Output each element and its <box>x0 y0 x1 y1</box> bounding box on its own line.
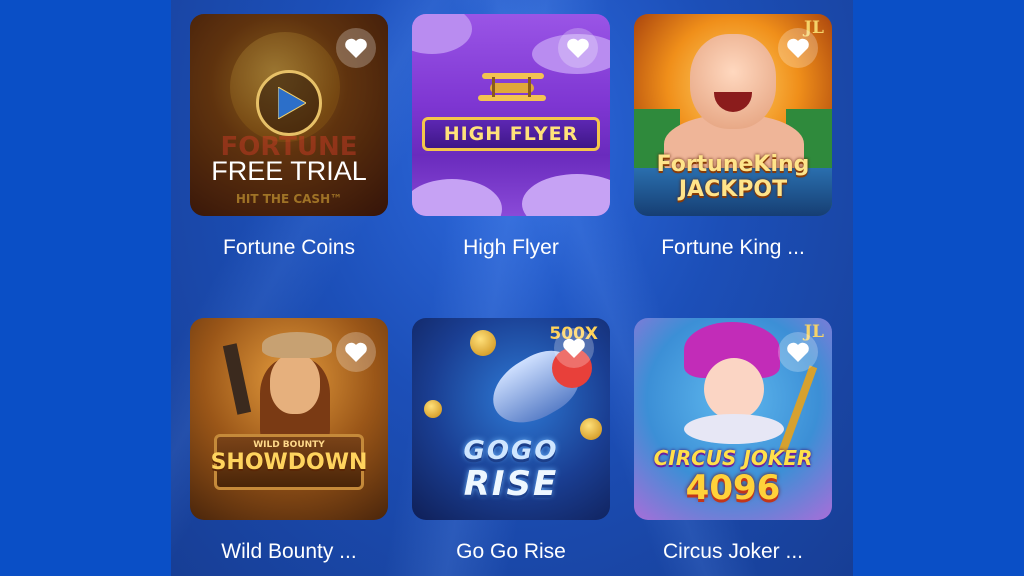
page-background-left <box>0 0 171 576</box>
game-card-circus-joker[interactable]: CIRCUS JOKER 4096 JL <box>634 318 832 520</box>
cowboy-hat-artwork <box>262 332 332 358</box>
cloud-artwork <box>522 174 610 216</box>
game-art-subtitle: WILD BOUNTY <box>253 440 325 450</box>
jester-face-artwork <box>704 358 764 420</box>
heart-icon[interactable] <box>778 332 818 372</box>
game-title[interactable]: Go Go Rise <box>401 540 621 564</box>
buddha-face-artwork <box>690 34 776 129</box>
free-trial-label: FREE TRIAL <box>211 156 367 186</box>
game-title[interactable]: High Flyer <box>401 236 621 260</box>
cloud-artwork <box>412 179 502 216</box>
game-card-wild-bounty[interactable]: WILD BOUNTY SHOWDOWN <box>190 318 388 520</box>
game-title[interactable]: Fortune King ... <box>623 236 843 260</box>
page-background-right <box>853 0 1024 576</box>
game-art-logo: CIRCUS JOKER <box>653 446 813 470</box>
game-card-go-go-rise[interactable]: 500X GOGO RISE <box>412 318 610 520</box>
scepter-artwork <box>778 365 818 453</box>
game-art-logo: FortuneKing <box>656 152 810 177</box>
game-card-fortune-king[interactable]: FortuneKing JACKPOT JL <box>634 14 832 216</box>
game-art-logo: GOGO <box>463 436 559 466</box>
game-art-logo: HIGH FLYER <box>422 117 600 151</box>
heart-icon[interactable] <box>778 28 818 68</box>
jester-collar-artwork <box>684 414 784 444</box>
game-art-logo-number: 4096 <box>685 468 781 508</box>
biplane-artwork <box>478 73 546 101</box>
game-art-subtitle: HIT THE CASH™ <box>235 192 343 206</box>
coin-artwork <box>470 330 496 356</box>
play-icon[interactable] <box>256 70 322 136</box>
game-title[interactable]: Circus Joker ... <box>623 540 843 564</box>
game-art-logo-jackpot: JACKPOT <box>678 177 788 202</box>
cloud-artwork <box>412 14 472 54</box>
cowgirl-artwork <box>270 354 320 414</box>
heart-icon[interactable] <box>336 28 376 68</box>
game-title[interactable]: Fortune Coins <box>179 236 399 260</box>
heart-icon[interactable] <box>336 332 376 372</box>
coin-artwork <box>424 400 442 418</box>
heart-icon[interactable] <box>558 28 598 68</box>
heart-icon[interactable] <box>554 328 594 368</box>
game-art-logo: SHOWDOWN <box>210 450 368 475</box>
game-card-fortune-coins[interactable]: FORTUNE HIT THE CASH™ FREE TRIAL <box>190 14 388 216</box>
game-art-logo-rise: RISE <box>463 464 559 504</box>
revolver-artwork <box>222 343 252 415</box>
game-card-high-flyer[interactable]: HIGH FLYER <box>412 14 610 216</box>
game-grid-panel[interactable]: FORTUNE HIT THE CASH™ FREE TRIAL Fortune… <box>171 0 853 576</box>
game-title[interactable]: Wild Bounty ... <box>179 540 399 564</box>
